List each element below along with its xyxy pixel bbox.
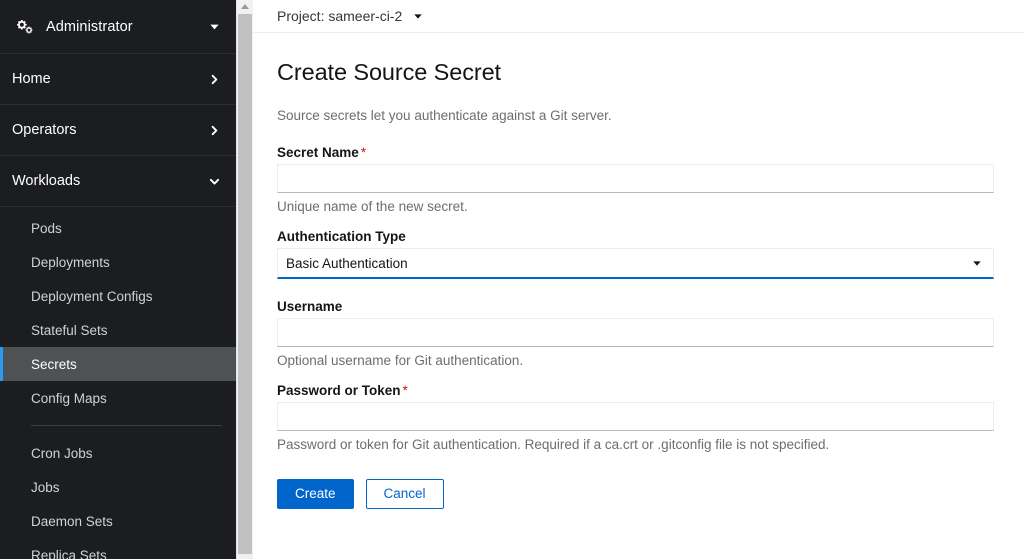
sidebar-item-daemon-sets[interactable]: Daemon Sets xyxy=(0,504,236,538)
required-marker: * xyxy=(360,145,367,160)
sidebar-item-pods[interactable]: Pods xyxy=(0,211,236,245)
cancel-button[interactable]: Cancel xyxy=(365,479,444,509)
sidebar-section-label: Workloads xyxy=(12,173,81,189)
project-selector[interactable]: Project: sameer-ci-2 xyxy=(277,8,423,24)
password-or-token-input[interactable] xyxy=(277,402,994,431)
required-marker: * xyxy=(402,383,408,398)
caret-down-icon xyxy=(208,21,220,33)
sidebar-navigation: Administrator Home Operators Workloads P… xyxy=(0,0,236,559)
sidebar-item-deployment-configs[interactable]: Deployment Configs xyxy=(0,279,236,313)
sidebar-item-deployments[interactable]: Deployments xyxy=(0,245,236,279)
secret-name-label-text: Secret Name xyxy=(277,145,359,160)
password-or-token-helper-text: Password or token for Git authentication… xyxy=(277,437,830,452)
sidebar-item-label: Deployment Configs xyxy=(31,288,153,304)
field-authentication-type: Authentication Type Basic Authentication xyxy=(277,229,1000,279)
username-helper-text: Optional username for Git authentication… xyxy=(277,353,524,368)
workloads-subnav: Pods Deployments Deployment Configs Stat… xyxy=(0,207,236,559)
page-subtitle: Source secrets let you authenticate agai… xyxy=(277,108,612,123)
caret-down-icon xyxy=(413,11,423,21)
scrollbar-thumb[interactable] xyxy=(238,14,252,554)
authentication-type-select[interactable]: Basic Authentication xyxy=(277,248,994,279)
field-username: Username Optional username for Git authe… xyxy=(277,299,1000,368)
sidebar-item-jobs[interactable]: Jobs xyxy=(0,470,236,504)
secret-name-input[interactable] xyxy=(277,164,994,193)
cogs-icon xyxy=(16,18,34,36)
sidebar-item-label: Replica Sets xyxy=(31,547,107,559)
field-password-or-token: Password or Token * Password or token for… xyxy=(277,383,1000,452)
form-actions: Create Cancel xyxy=(277,452,1000,509)
authentication-type-label: Authentication Type xyxy=(277,229,406,244)
sidebar-item-config-maps[interactable]: Config Maps xyxy=(0,381,236,415)
sidebar-item-label: Secrets xyxy=(31,356,77,372)
chevron-right-icon xyxy=(208,124,220,136)
sidebar-item-secrets[interactable]: Secrets xyxy=(0,347,236,381)
sidebar-item-stateful-sets[interactable]: Stateful Sets xyxy=(0,313,236,347)
sidebar-item-replica-sets[interactable]: Replica Sets xyxy=(0,538,236,559)
sidebar-divider xyxy=(31,425,222,426)
sidebar-item-label: Config Maps xyxy=(31,390,107,406)
project-bar: Project: sameer-ci-2 xyxy=(253,0,1024,33)
password-or-token-label: Password or Token * xyxy=(277,383,1000,398)
chevron-right-icon xyxy=(208,73,220,85)
sidebar-section-label: Home xyxy=(12,71,51,87)
create-button[interactable]: Create xyxy=(277,479,354,509)
sidebar-item-label: Deployments xyxy=(31,254,110,270)
scroll-up-arrow-icon[interactable] xyxy=(237,0,253,13)
sidebar-item-label: Jobs xyxy=(31,479,60,495)
page-title: Create Source Secret xyxy=(277,59,501,85)
sidebar-section-operators[interactable]: Operators xyxy=(0,105,236,156)
password-or-token-label-text: Password or Token xyxy=(277,383,401,398)
create-source-secret-form: Secret Name * Unique name of the new secr… xyxy=(277,123,1000,509)
authentication-type-selected-value: Basic Authentication xyxy=(286,255,408,271)
username-input[interactable] xyxy=(277,318,994,347)
chevron-down-icon xyxy=(208,175,220,187)
perspective-switcher[interactable]: Administrator xyxy=(0,0,236,54)
authentication-type-select-wrapper: Basic Authentication xyxy=(277,248,994,279)
main-content: Project: sameer-ci-2 Create Source Secre… xyxy=(253,0,1024,559)
sidebar-section-home[interactable]: Home xyxy=(0,54,236,105)
sidebar-section-workloads[interactable]: Workloads xyxy=(0,156,236,207)
page-scrollbar[interactable] xyxy=(236,0,253,559)
username-label: Username xyxy=(277,299,343,314)
sidebar-item-label: Stateful Sets xyxy=(31,322,108,338)
console-page: Administrator Home Operators Workloads P… xyxy=(0,0,1024,559)
field-secret-name: Secret Name * Unique name of the new secr… xyxy=(277,145,1000,214)
perspective-label: Administrator xyxy=(46,18,133,35)
sidebar-item-cron-jobs[interactable]: Cron Jobs xyxy=(0,436,236,470)
secret-name-label: Secret Name * xyxy=(277,145,1000,160)
project-selector-label: Project: sameer-ci-2 xyxy=(277,8,403,24)
sidebar-item-label: Daemon Sets xyxy=(31,513,113,529)
secret-name-helper-text: Unique name of the new secret. xyxy=(277,199,468,214)
sidebar-section-label: Operators xyxy=(12,122,77,138)
sidebar-item-label: Pods xyxy=(31,220,62,236)
page-body: Create Source Secret Source secrets let … xyxy=(253,33,1024,509)
sidebar-item-label: Cron Jobs xyxy=(31,445,93,461)
